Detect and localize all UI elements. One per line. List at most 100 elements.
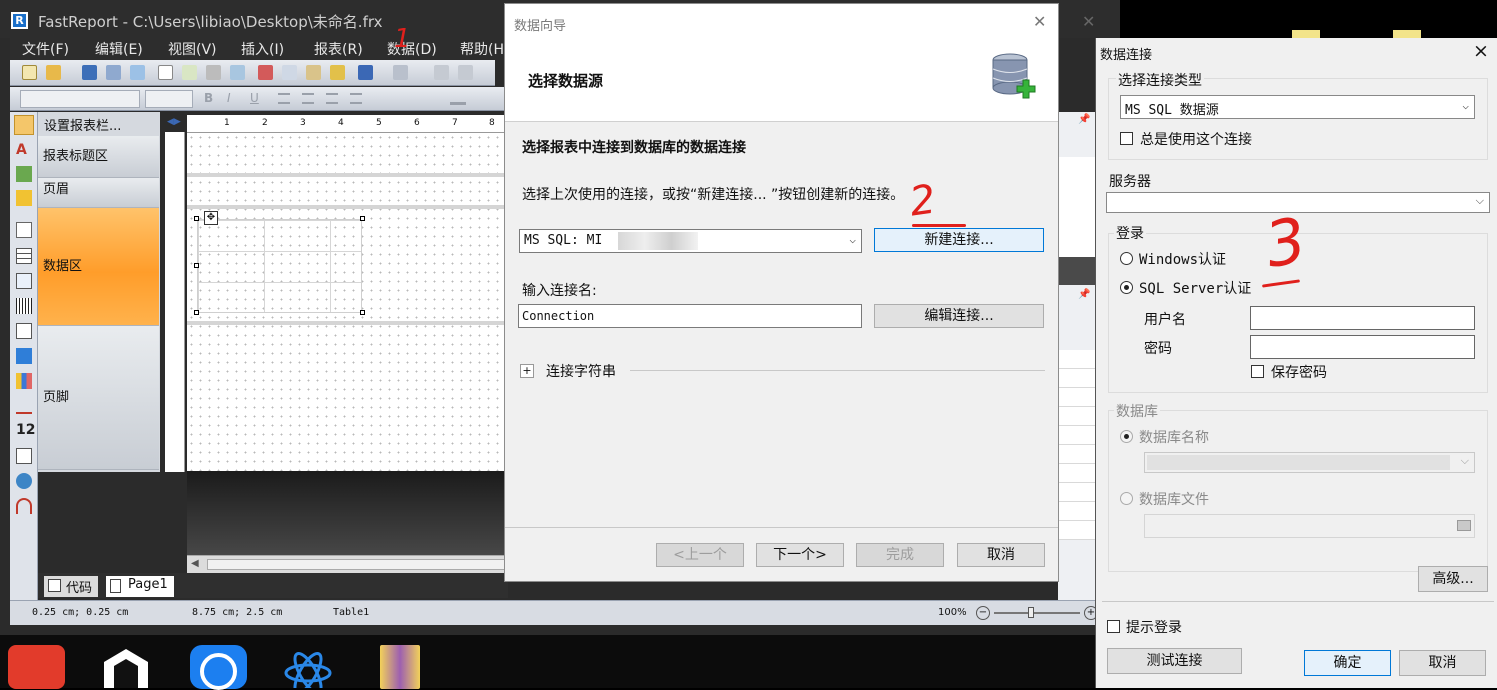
conn-cancel-button[interactable]: 取消 <box>1399 650 1486 676</box>
band-report-title[interactable]: 报表标题区 <box>38 136 159 178</box>
zoom-slider[interactable] <box>994 612 1080 614</box>
save-icon[interactable] <box>82 65 97 80</box>
tab-code[interactable]: 代码 <box>44 576 99 597</box>
paste-icon[interactable] <box>306 65 321 80</box>
justify-icon[interactable] <box>350 93 362 104</box>
atom-icon[interactable] <box>282 649 334 688</box>
font-color-icon[interactable] <box>450 93 466 105</box>
windows-auth-radio[interactable] <box>1120 252 1133 265</box>
matrix-object-icon[interactable] <box>16 273 32 289</box>
report-design-surface[interactable]: ✥ <box>187 133 505 471</box>
italic-icon[interactable]: I <box>227 91 231 105</box>
sql-auth-radio[interactable] <box>1120 281 1133 294</box>
close-icon[interactable]: ✕ <box>1033 12 1046 31</box>
username-input[interactable] <box>1250 306 1475 330</box>
redo-icon[interactable] <box>393 65 408 80</box>
shape-object-icon[interactable] <box>16 190 32 206</box>
menu-view[interactable]: 视图(V) <box>168 39 217 59</box>
checkbox-object-icon[interactable] <box>16 348 32 364</box>
selection-handle[interactable] <box>360 216 365 221</box>
advanced-button[interactable]: 高级... <box>1418 566 1488 592</box>
connection-name-input[interactable]: Connection <box>518 304 862 328</box>
barcode-icon[interactable] <box>16 298 32 314</box>
password-input[interactable] <box>1250 335 1475 359</box>
align-left-icon[interactable] <box>278 93 290 104</box>
ungroup-icon[interactable] <box>458 65 473 80</box>
kugou-music-icon[interactable] <box>190 645 247 690</box>
picture-object-icon[interactable] <box>16 166 32 182</box>
save-all-icon[interactable] <box>106 65 121 80</box>
expand-toggle[interactable]: + <box>520 364 534 378</box>
menu-help[interactable]: 帮助(H) <box>460 39 509 59</box>
underline-icon[interactable]: U <box>250 91 259 105</box>
zoom-out-icon[interactable]: − <box>976 606 990 620</box>
finish-button[interactable]: 完成 <box>856 543 944 567</box>
new-connection-button[interactable]: 新建连接... <box>874 228 1044 252</box>
selection-handle[interactable] <box>360 310 365 315</box>
select-pointer-icon[interactable] <box>14 115 34 135</box>
edit-connection-button[interactable]: 编辑连接... <box>874 304 1044 328</box>
tab-page1[interactable]: Page1 <box>106 576 174 597</box>
align-center-icon[interactable] <box>302 93 314 104</box>
selection-handle[interactable] <box>194 263 199 268</box>
new-dialog-icon[interactable] <box>182 65 197 80</box>
wizard-cancel-button[interactable]: 取消 <box>957 543 1045 567</box>
band-page-header[interactable]: 页眉 <box>38 178 159 208</box>
cut-icon[interactable] <box>258 65 273 80</box>
table-object-icon[interactable] <box>16 248 32 264</box>
new-page-icon[interactable] <box>158 65 173 80</box>
scroll-thumb[interactable] <box>207 559 505 570</box>
move-handle-icon[interactable]: ✥ <box>204 211 218 225</box>
horizontal-scrollbar[interactable]: ◀ <box>187 555 505 573</box>
prompt-login-checkbox[interactable] <box>1107 620 1120 633</box>
selection-handle[interactable] <box>194 310 199 315</box>
font-name-combo[interactable] <box>20 90 140 108</box>
test-connection-button[interactable]: 测试连接 <box>1107 648 1242 674</box>
page-setup-icon[interactable] <box>230 65 245 80</box>
sparkline-icon[interactable] <box>16 398 32 414</box>
pin-icon[interactable]: 📌 <box>1078 289 1090 300</box>
delete-page-icon[interactable] <box>206 65 221 80</box>
db-name-radio[interactable] <box>1120 430 1133 443</box>
new-report-icon[interactable] <box>22 65 37 80</box>
next-button[interactable]: 下一个> <box>756 543 844 567</box>
save-password-checkbox[interactable] <box>1251 365 1264 378</box>
prev-button[interactable]: <上一个 <box>656 543 744 567</box>
winrar-icon[interactable] <box>380 645 420 689</box>
menu-edit[interactable]: 编辑(E) <box>95 39 143 59</box>
folder-icon[interactable] <box>1457 520 1471 531</box>
always-use-checkbox[interactable] <box>1120 132 1133 145</box>
ruler-toggle-icon[interactable]: ◀▶ <box>167 117 181 127</box>
db-name-select[interactable]: ⌵ <box>1144 452 1475 473</box>
number-object-icon[interactable]: 12 <box>16 422 35 438</box>
group-icon[interactable] <box>434 65 449 80</box>
connection-select[interactable]: MS SQL: MI ⌵ <box>519 229 862 253</box>
zoom-thumb[interactable] <box>1028 607 1034 618</box>
menu-report[interactable]: 报表(R) <box>314 39 363 59</box>
menu-insert[interactable]: 插入(I) <box>241 39 284 59</box>
bold-icon[interactable]: B <box>204 91 213 105</box>
format-painter-icon[interactable] <box>330 65 345 80</box>
menu-file[interactable]: 文件(F) <box>22 39 69 59</box>
pin-icon[interactable]: 📌 <box>1078 114 1090 125</box>
open-icon[interactable] <box>46 65 61 80</box>
connection-type-select[interactable]: MS SQL 数据源 ⌵ <box>1120 95 1475 119</box>
font-size-combo[interactable] <box>145 90 193 108</box>
rich-text-icon[interactable] <box>16 323 32 339</box>
map-object-icon[interactable] <box>16 473 32 489</box>
preview-icon[interactable] <box>130 65 145 80</box>
close-icon[interactable]: ✕ <box>1082 12 1095 31</box>
gauge-object-icon[interactable] <box>16 498 32 514</box>
selection-handle[interactable] <box>194 216 199 221</box>
chart-object-icon[interactable] <box>16 373 32 389</box>
bands-panel-title[interactable]: 设置报表栏... <box>44 115 121 134</box>
band-data[interactable]: 数据区 <box>38 208 159 326</box>
align-right-icon[interactable] <box>326 93 338 104</box>
subreport-icon[interactable] <box>16 222 32 238</box>
scroll-left-icon[interactable]: ◀ <box>191 558 199 569</box>
table-object[interactable] <box>197 219 362 313</box>
db-file-radio[interactable] <box>1120 492 1133 505</box>
band-page-footer[interactable]: 页脚 <box>38 326 159 470</box>
db-file-input[interactable] <box>1144 514 1475 538</box>
copy-icon[interactable] <box>282 65 297 80</box>
